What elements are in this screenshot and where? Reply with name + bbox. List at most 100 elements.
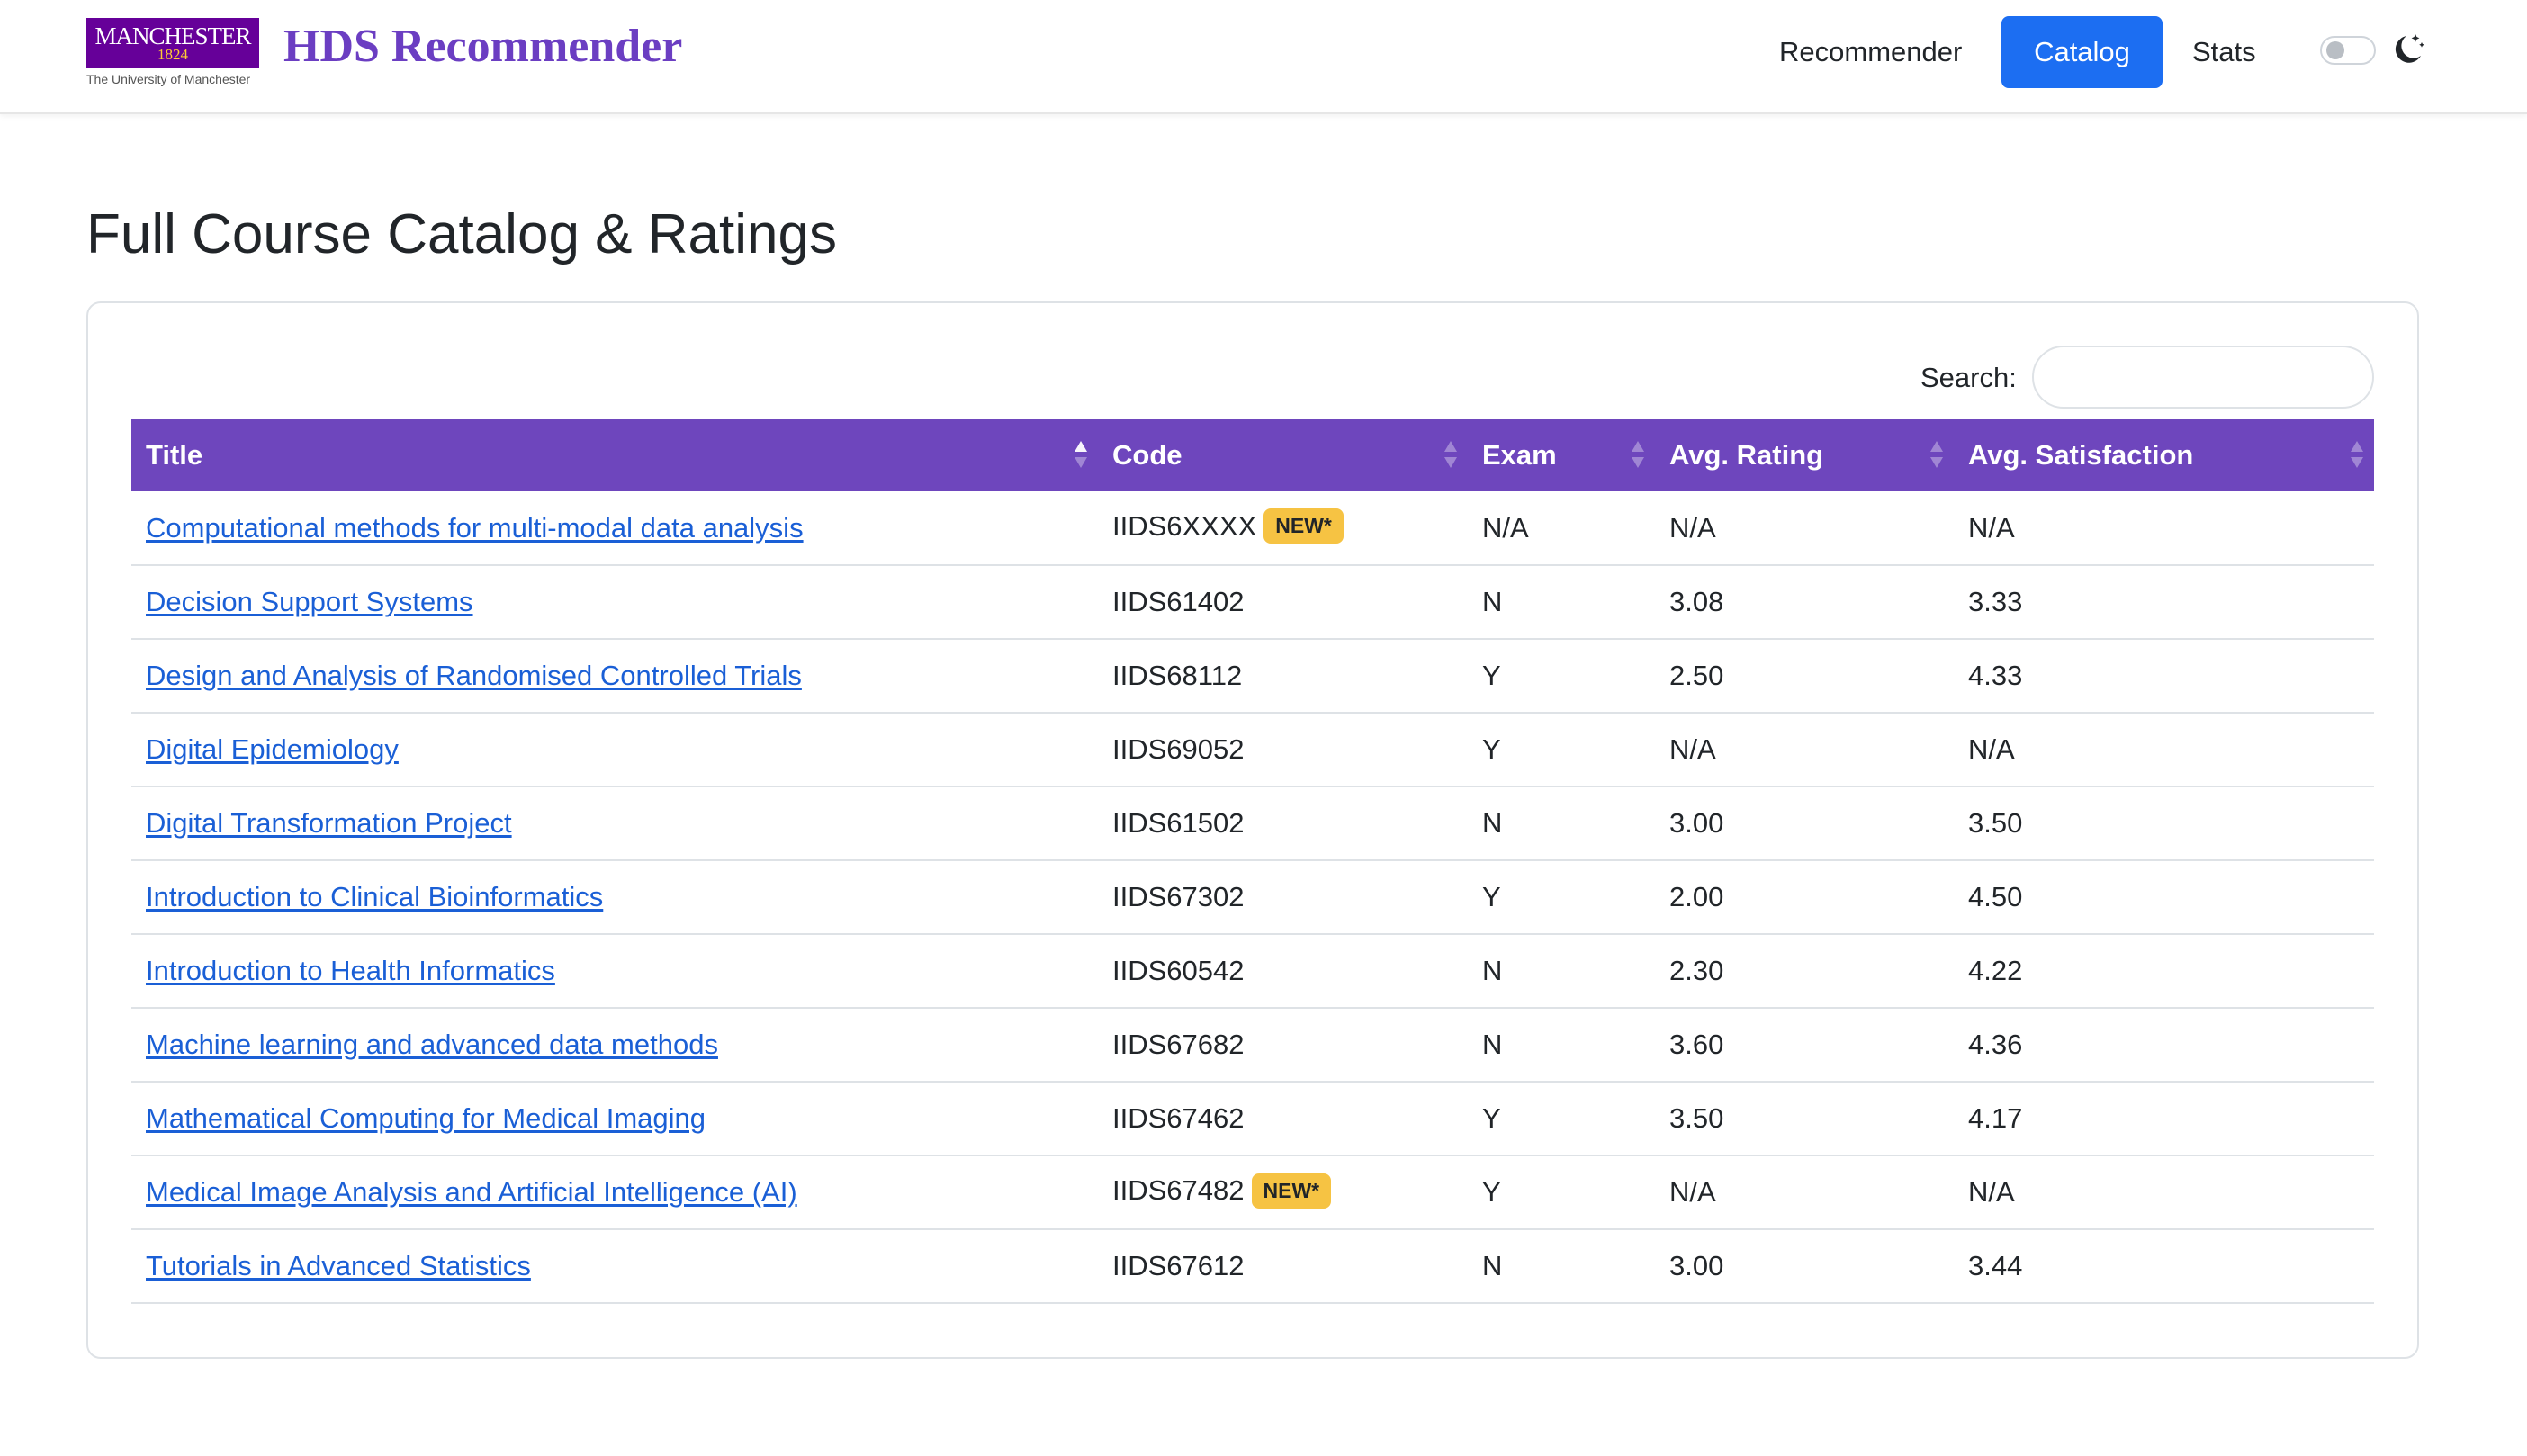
title-cell: Machine learning and advanced data metho… — [131, 1008, 1098, 1082]
logo-subtitle: The University of Manchester — [86, 72, 251, 86]
avg-rating-cell: 3.60 — [1669, 1029, 1724, 1060]
course-title-link[interactable]: Design and Analysis of Randomised Contro… — [146, 660, 802, 691]
course-code: IIDS67302 — [1112, 881, 1245, 912]
column-header-exam[interactable]: Exam — [1468, 419, 1655, 491]
column-header-label: Code — [1112, 439, 1183, 471]
title-cell: Introduction to Clinical Bioinformatics — [131, 860, 1098, 934]
avg-satisfaction-cell: N/A — [1968, 733, 2015, 765]
table-row: Decision Support Systems IIDS61402 N 3.08 3.… — [131, 565, 2374, 639]
exam-cell: Y — [1482, 733, 1501, 765]
sort-icon — [1075, 441, 1087, 472]
avg-satisfaction-cell: 4.17 — [1968, 1102, 2023, 1134]
code-cell: IIDS67462 — [1098, 1082, 1468, 1155]
nav-catalog-link[interactable]: Catalog — [2001, 16, 2163, 88]
avg-rating-cell: N/A — [1669, 1176, 1716, 1208]
course-code: IIDS61502 — [1112, 807, 1245, 839]
code-cell: IIDS6XXXX NEW* — [1098, 491, 1468, 565]
code-cell: IIDS60542 — [1098, 934, 1468, 1008]
search-label: Search: — [1920, 362, 2017, 393]
exam-cell: Y — [1482, 660, 1501, 691]
page-title: Full Course Catalog & Ratings — [86, 203, 837, 265]
exam-cell: Y — [1482, 1102, 1501, 1134]
exam-cell: N — [1482, 955, 1503, 986]
exam-cell: Y — [1482, 1176, 1501, 1208]
course-title-link[interactable]: Tutorials in Advanced Statistics — [146, 1250, 531, 1281]
avg-satisfaction-cell: 3.44 — [1968, 1250, 2023, 1281]
exam-cell: N — [1482, 807, 1503, 839]
avg-satisfaction-cell: 4.22 — [1968, 955, 2023, 986]
table-row: Digital Transformation Project IIDS61502 N… — [131, 786, 2374, 860]
course-code: IIDS61402 — [1112, 586, 1245, 617]
avg-satisfaction-cell: N/A — [1968, 511, 2015, 544]
course-title-link[interactable]: Medical Image Analysis and Artificial In… — [146, 1176, 797, 1208]
course-title-link[interactable]: Computational methods for multi-modal da… — [146, 512, 804, 544]
avg-rating-cell: 3.50 — [1669, 1102, 1724, 1134]
logo-wordmark: MANCHESTER — [94, 22, 251, 49]
course-title-link[interactable]: Machine learning and advanced data metho… — [146, 1029, 718, 1060]
column-header-avg-rating[interactable]: Avg. Rating — [1655, 419, 1954, 491]
table-body: Computational methods for multi-modal da… — [131, 491, 2374, 1303]
sort-icon — [1930, 441, 1943, 472]
avg-rating-cell: N/A — [1669, 733, 1716, 765]
navbar: MANCHESTER 1824 The University of Manche… — [0, 0, 2527, 114]
exam-cell: Y — [1482, 881, 1501, 912]
course-title-link[interactable]: Mathematical Computing for Medical Imagi… — [146, 1102, 706, 1134]
avg-satisfaction-cell: 4.36 — [1968, 1029, 2023, 1060]
exam-cell: N/A — [1482, 511, 1529, 544]
code-cell: IIDS67302 — [1098, 860, 1468, 934]
column-header-title[interactable]: Title — [131, 419, 1098, 491]
avg-rating-cell: 3.08 — [1669, 586, 1724, 617]
code-cell: IIDS69052 — [1098, 713, 1468, 786]
avg-rating-cell: 3.00 — [1669, 1250, 1724, 1281]
code-cell: IIDS67682 — [1098, 1008, 1468, 1082]
catalog-table: Title Code Exam Avg. Rating Avg. Satisfa… — [131, 419, 2374, 1304]
course-title-link[interactable]: Digital Transformation Project — [146, 807, 512, 839]
table-row: Medical Image Analysis and Artificial In… — [131, 1155, 2374, 1229]
table-row: Introduction to Health Informatics IIDS60… — [131, 934, 2374, 1008]
course-title-link[interactable]: Decision Support Systems — [146, 586, 473, 617]
nav-stats-link[interactable]: Stats — [2192, 36, 2256, 68]
course-code: IIDS68112 — [1112, 660, 1243, 691]
moon-icon[interactable] — [2390, 29, 2426, 70]
theme-toggle[interactable] — [2320, 36, 2376, 65]
sort-icon — [1632, 441, 1644, 472]
table-row: Design and Analysis of Randomised Contro… — [131, 639, 2374, 713]
table-row: Machine learning and advanced data metho… — [131, 1008, 2374, 1082]
course-code: IIDS69052 — [1112, 733, 1245, 765]
title-cell: Computational methods for multi-modal da… — [131, 491, 1098, 565]
title-cell: Digital Epidemiology — [131, 713, 1098, 786]
title-cell: Medical Image Analysis and Artificial In… — [131, 1155, 1098, 1229]
code-cell: IIDS67612 — [1098, 1229, 1468, 1303]
code-cell: IIDS61502 — [1098, 786, 1468, 860]
avg-rating-cell: 2.30 — [1669, 955, 1724, 986]
course-title-link[interactable]: Introduction to Health Informatics — [146, 955, 555, 986]
exam-cell: N — [1482, 1029, 1503, 1060]
title-cell: Introduction to Health Informatics — [131, 934, 1098, 1008]
avg-rating-cell: N/A — [1669, 511, 1716, 544]
new-badge: NEW* — [1251, 1173, 1332, 1209]
column-header-label: Exam — [1482, 439, 1557, 471]
brand-title[interactable]: HDS Recommender — [283, 20, 682, 73]
title-cell: Decision Support Systems — [131, 565, 1098, 639]
avg-satisfaction-cell: 3.50 — [1968, 807, 2023, 839]
avg-rating-cell: 3.00 — [1669, 807, 1724, 839]
table-row: Introduction to Clinical Bioinformatics I… — [131, 860, 2374, 934]
course-code: IIDS67462 — [1112, 1102, 1245, 1134]
search-input[interactable] — [2032, 346, 2374, 409]
column-header-code[interactable]: Code — [1098, 419, 1468, 491]
nav-recommender-link[interactable]: Recommender — [1779, 36, 1962, 68]
title-cell: Mathematical Computing for Medical Imagi… — [131, 1082, 1098, 1155]
title-cell: Design and Analysis of Randomised Contro… — [131, 639, 1098, 713]
title-cell: Digital Transformation Project — [131, 786, 1098, 860]
sort-icon — [1444, 441, 1457, 472]
course-code: IIDS60542 — [1112, 955, 1245, 986]
exam-cell: N — [1482, 586, 1503, 617]
new-badge: NEW* — [1264, 508, 1344, 544]
code-cell: IIDS67482 NEW* — [1098, 1155, 1468, 1229]
column-header-avg-satisfaction[interactable]: Avg. Satisfaction — [1954, 419, 2374, 491]
university-logo[interactable]: MANCHESTER 1824 — [86, 18, 259, 68]
title-cell: Tutorials in Advanced Statistics — [131, 1229, 1098, 1303]
course-title-link[interactable]: Introduction to Clinical Bioinformatics — [146, 881, 603, 912]
column-header-label: Avg. Satisfaction — [1968, 439, 2194, 471]
course-title-link[interactable]: Digital Epidemiology — [146, 733, 399, 765]
